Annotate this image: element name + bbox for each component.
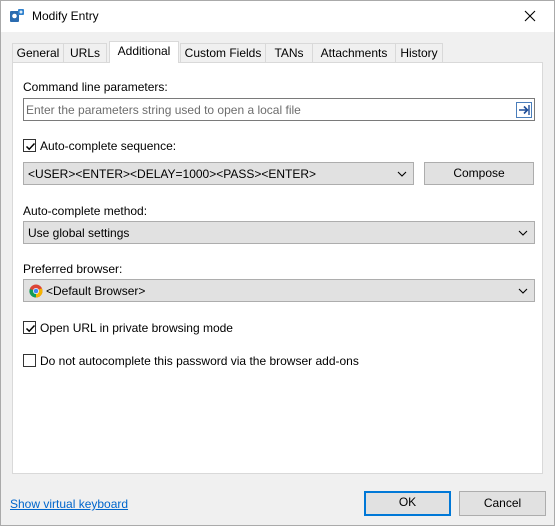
preferred-browser-combo[interactable]: <Default Browser>	[23, 279, 535, 302]
autocomplete-sequence-checkbox[interactable]	[23, 139, 36, 152]
autocomplete-sequence-combo[interactable]: <USER><ENTER><DELAY=1000><PASS><ENTER>	[23, 162, 414, 185]
cancel-button[interactable]: Cancel	[459, 491, 546, 516]
chevron-down-icon	[518, 288, 528, 294]
tab-additional[interactable]: Additional	[109, 41, 179, 63]
close-window-button[interactable]	[518, 5, 542, 27]
chevron-down-icon	[397, 171, 407, 177]
autocomplete-method-value: Use global settings	[28, 226, 130, 240]
private-mode-label[interactable]: Open URL in private browsing mode	[40, 321, 233, 335]
autocomplete-method-combo[interactable]: Use global settings	[23, 221, 535, 244]
close-icon	[524, 10, 536, 22]
command-line-field[interactable]	[23, 98, 535, 121]
arrow-right-icon	[516, 102, 532, 118]
title-bar: Modify Entry	[1, 1, 554, 32]
chrome-icon	[29, 284, 43, 298]
app-icon	[9, 8, 25, 24]
preferred-browser-value: <Default Browser>	[46, 284, 146, 298]
show-virtual-keyboard-link[interactable]: Show virtual keyboard	[10, 497, 128, 511]
chevron-down-icon	[518, 230, 528, 236]
ok-button[interactable]: OK	[364, 491, 451, 516]
autocomplete-sequence-value: <USER><ENTER><DELAY=1000><PASS><ENTER>	[28, 167, 317, 181]
tab-urls[interactable]: URLs	[63, 43, 107, 63]
checkmark-icon	[25, 324, 36, 333]
preferred-browser-label: Preferred browser:	[23, 262, 123, 276]
no-autocomplete-checkbox[interactable]	[23, 354, 36, 367]
command-line-label: Command line parameters:	[23, 80, 168, 94]
private-mode-checkbox[interactable]	[23, 321, 36, 334]
tab-attachments[interactable]: Attachments	[312, 43, 396, 63]
checkmark-icon	[25, 142, 36, 151]
command-line-input[interactable]	[26, 102, 511, 117]
autocomplete-sequence-label[interactable]: Auto-complete sequence:	[40, 139, 176, 153]
tab-history[interactable]: History	[395, 43, 443, 63]
tab-tans[interactable]: TANs	[265, 43, 313, 63]
window-title: Modify Entry	[32, 9, 99, 23]
no-autocomplete-label[interactable]: Do not autocomplete this password via th…	[40, 354, 359, 368]
open-arrow-button[interactable]	[516, 102, 532, 118]
tab-custom-fields[interactable]: Custom Fields	[180, 43, 266, 63]
additional-panel: Command line parameters: Auto-complete s…	[12, 62, 543, 474]
autocomplete-method-label: Auto-complete method:	[23, 204, 148, 218]
modify-entry-window: Modify Entry General URLs Additional Cus…	[0, 0, 555, 526]
tab-general[interactable]: General	[12, 43, 64, 63]
compose-button[interactable]: Compose	[424, 162, 534, 185]
